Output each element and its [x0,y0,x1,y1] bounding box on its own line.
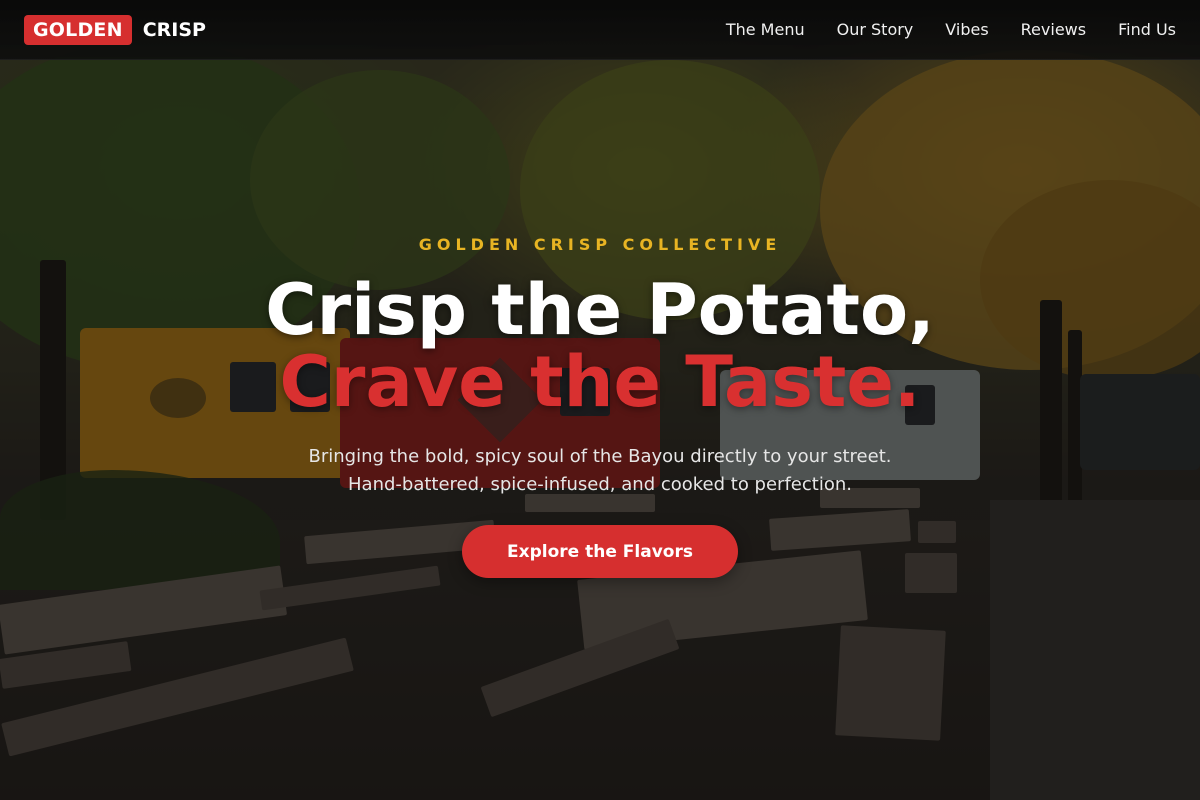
hero-subtext: Bringing the bold, spicy soul of the Bay… [0,443,1200,499]
hero-eyebrow: GOLDEN CRISP COLLECTIVE [418,235,782,254]
hero-subtext-line2: Hand-battered, spice-infused, and cooked… [348,474,852,495]
explore-flavors-button[interactable]: Explore the Flavors [462,525,738,578]
hero-headline-line2: Crave the Taste. [279,341,921,423]
hero-subtext-line1: Bringing the bold, spicy soul of the Bay… [308,446,892,467]
brand-name: CRISP [142,18,206,41]
nav-link-find-us[interactable]: Find Us [1118,20,1176,39]
nav-link-vibes[interactable]: Vibes [945,20,988,39]
nav-link-our-story[interactable]: Our Story [837,20,914,39]
brand-badge: GOLDEN [24,14,132,45]
hero-section: GOLDEN CRISP COLLECTIVE Crisp the Potato… [0,0,1200,800]
top-navbar: GOLDEN CRISP The Menu Our Story Vibes Re… [0,0,1200,60]
nav-link-reviews[interactable]: Reviews [1021,20,1086,39]
nav-links: The Menu Our Story Vibes Reviews Find Us [726,20,1176,39]
nav-link-the-menu[interactable]: The Menu [726,20,805,39]
brand-logo[interactable]: GOLDEN CRISP [24,14,206,45]
